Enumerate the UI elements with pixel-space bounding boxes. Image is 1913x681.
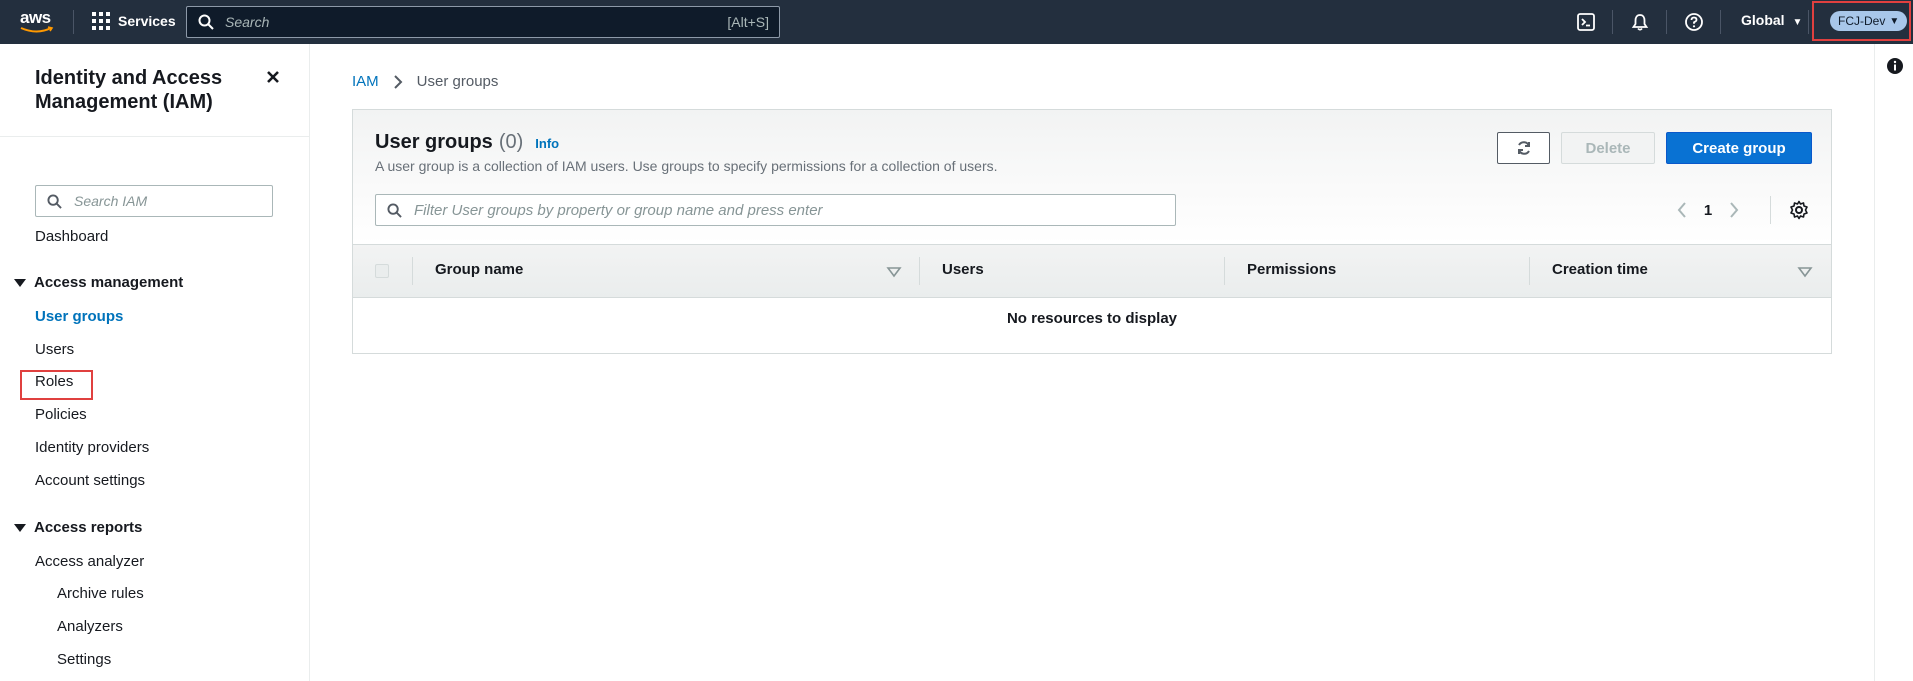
caret-down-icon [14, 278, 26, 287]
panel-title-row: User groups (0) Info [375, 131, 559, 154]
search-icon [198, 14, 214, 30]
group-count: (0) [498, 131, 524, 153]
section-label: Access reports [34, 519, 143, 536]
account-menu-button[interactable]: FCJ-Dev ▼ [1830, 11, 1908, 31]
nav-divider [73, 10, 74, 34]
aws-logo-text: aws [20, 8, 51, 27]
pagination: 1 [1672, 200, 1744, 220]
help-button[interactable] [1682, 10, 1706, 34]
top-navigation-bar: aws Services [Alt+S] [0, 0, 1913, 44]
page-number[interactable]: 1 [1692, 202, 1724, 219]
breadcrumb: IAM User groups [352, 73, 498, 90]
sidebar-item-dashboard[interactable]: Dashboard [35, 228, 108, 245]
region-label: Global [1741, 12, 1785, 28]
services-grid-icon [92, 12, 110, 30]
sidebar-divider [0, 136, 310, 137]
sidebar-section-access-reports[interactable]: Access reports [14, 519, 142, 536]
preferences-button[interactable] [1789, 200, 1809, 225]
page-title: User groups [375, 131, 493, 153]
nav-divider [1666, 10, 1667, 34]
account-label: FCJ-Dev [1838, 14, 1886, 28]
sidebar-item-user-groups[interactable]: User groups [35, 308, 123, 325]
sidebar-search-input[interactable] [74, 186, 264, 216]
create-group-button[interactable]: Create group [1666, 132, 1812, 164]
chevron-right-icon [1730, 202, 1739, 218]
sidebar-item-account-settings[interactable]: Account settings [35, 472, 145, 489]
close-icon [267, 71, 279, 83]
empty-state-message: No resources to display [1006, 310, 1178, 327]
breadcrumb-current: User groups [416, 73, 499, 90]
column-divider [919, 257, 920, 285]
sidebar: Identity and Access Management (IAM) Das… [0, 44, 310, 681]
sidebar-item-access-analyzer[interactable]: Access analyzer [35, 553, 144, 570]
breadcrumb-iam-link[interactable]: IAM [352, 73, 379, 90]
region-selector[interactable]: Global ▼ [1741, 12, 1802, 28]
tools-rail [1874, 44, 1913, 681]
caret-down-icon: ▼ [1889, 15, 1900, 27]
column-header-users[interactable]: Users [942, 261, 984, 278]
search-icon [387, 203, 402, 218]
sidebar-item-users[interactable]: Users [35, 341, 74, 358]
sidebar-search[interactable] [35, 185, 273, 217]
select-all-checkbox[interactable] [375, 264, 389, 278]
cloudshell-button[interactable] [1574, 10, 1598, 34]
services-label: Services [118, 13, 176, 29]
section-label: Access management [34, 274, 184, 291]
aws-smile-icon [20, 26, 54, 33]
nav-divider [1720, 10, 1721, 34]
sidebar-item-roles[interactable]: Roles [35, 373, 73, 390]
filter-field[interactable] [375, 194, 1176, 226]
aws-logo[interactable]: aws [20, 8, 56, 36]
sort-icon[interactable] [1797, 266, 1813, 278]
info-link[interactable]: Info [535, 136, 559, 151]
chevron-right-icon [393, 74, 403, 89]
global-search-input[interactable] [225, 7, 665, 37]
pager-divider [1770, 196, 1771, 224]
column-divider [1529, 257, 1530, 285]
sidebar-item-identity-providers[interactable]: Identity providers [35, 439, 149, 456]
sidebar-item-analyzers[interactable]: Analyzers [57, 618, 123, 635]
sidebar-item-settings[interactable]: Settings [57, 651, 111, 668]
nav-divider [1612, 10, 1613, 34]
delete-button[interactable]: Delete [1561, 132, 1655, 164]
close-sidebar-button[interactable] [266, 68, 280, 89]
caret-down-icon [14, 523, 26, 532]
cloudshell-icon [1577, 13, 1595, 31]
column-divider [1224, 257, 1225, 285]
caret-down-icon: ▼ [1792, 17, 1803, 28]
column-header-creation-time[interactable]: Creation time [1552, 261, 1648, 278]
global-search[interactable]: [Alt+S] [186, 6, 780, 38]
previous-page-button[interactable] [1672, 200, 1692, 220]
search-icon [47, 194, 62, 209]
nav-divider [1808, 10, 1809, 34]
refresh-icon [1517, 141, 1530, 155]
info-icon[interactable] [1886, 57, 1904, 75]
sidebar-title: Identity and Access Management (IAM) [35, 67, 223, 113]
sidebar-section-access-management[interactable]: Access management [14, 274, 183, 291]
panel-description: A user group is a collection of IAM user… [375, 158, 998, 174]
gear-icon [1790, 200, 1808, 220]
search-shortcut-hint: [Alt+S] [727, 14, 769, 30]
notifications-button[interactable] [1628, 10, 1652, 34]
sidebar-item-archive-rules[interactable]: Archive rules [57, 585, 144, 602]
chevron-left-icon [1677, 202, 1686, 218]
bell-icon [1631, 14, 1649, 31]
column-divider [412, 257, 413, 285]
column-header-group-name[interactable]: Group name [435, 261, 523, 278]
user-groups-panel: User groups (0) Info A user group is a c… [352, 110, 1832, 354]
filter-input[interactable] [414, 195, 1164, 225]
panel-header: User groups (0) Info A user group is a c… [353, 110, 1831, 244]
next-page-button[interactable] [1724, 200, 1744, 220]
sort-icon[interactable] [886, 266, 902, 278]
column-header-permissions[interactable]: Permissions [1247, 261, 1336, 278]
help-icon [1685, 13, 1703, 31]
services-menu-button[interactable]: Services [92, 12, 176, 30]
table-header: Group name Users Permissions Creation ti… [353, 244, 1831, 298]
refresh-button[interactable] [1497, 132, 1550, 164]
sidebar-item-policies[interactable]: Policies [35, 406, 87, 423]
